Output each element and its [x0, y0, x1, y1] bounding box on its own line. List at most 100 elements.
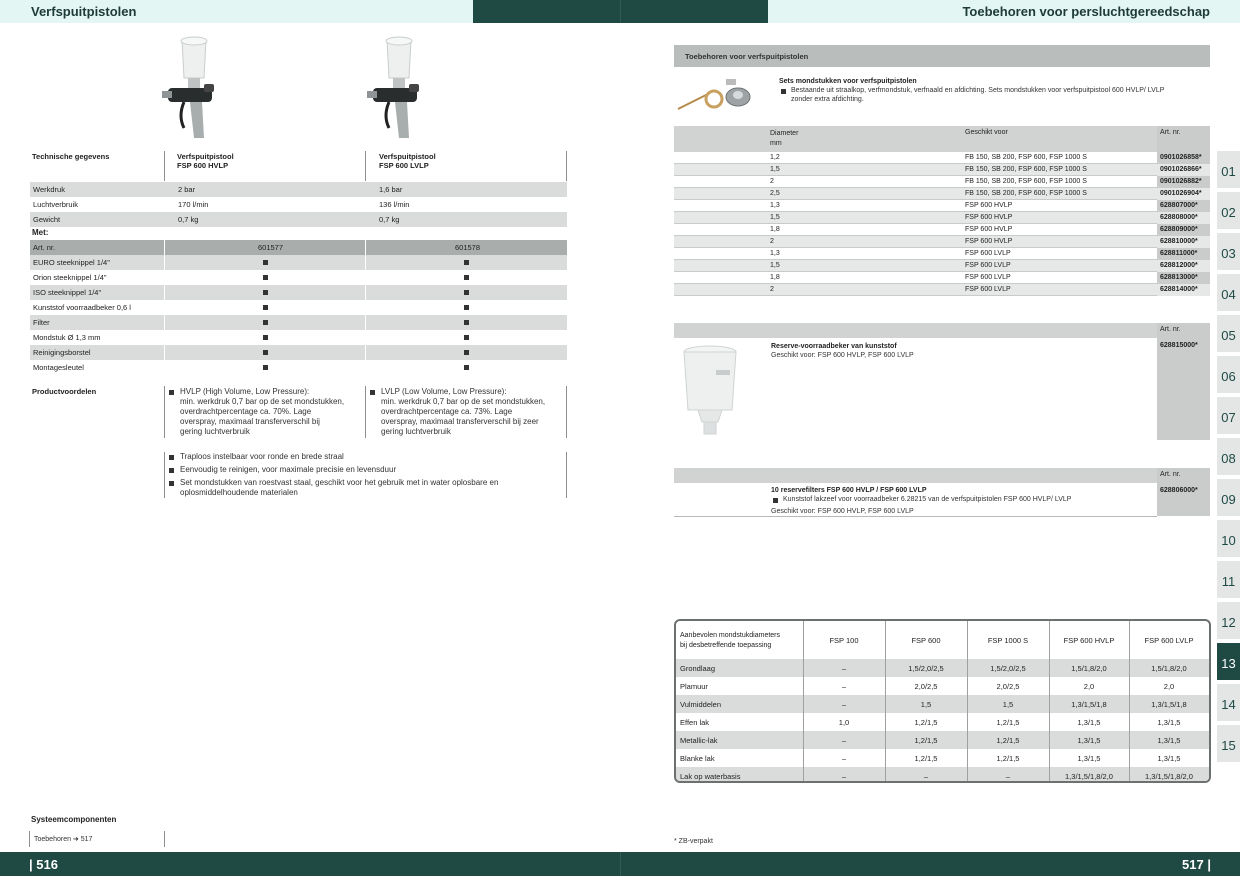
rec-value-cell: 2,0	[1083, 682, 1095, 691]
chapter-tab-08[interactable]: 08	[1217, 438, 1240, 477]
nozzle-set-title: Sets mondstukken voor verfspuitpistolen	[779, 78, 917, 85]
rec-value-cell: 2,0/2,5	[996, 682, 1020, 691]
rec-col-header: FSP 1000 S	[987, 636, 1029, 645]
row-label: Filter	[33, 318, 50, 327]
rec-value-cell: 1,3/1,5/1,8/2,0	[1145, 772, 1193, 781]
suitable-cell: FSP 600 HVLP	[965, 214, 1013, 221]
art-nr-cell: 628811000*	[1160, 250, 1198, 257]
chapter-tab-02[interactable]: 02	[1217, 192, 1240, 231]
table-row: Werkdruk 2 bar 1,6 bar	[30, 182, 567, 197]
accessories-link[interactable]: Toebehoren ➜ 517	[34, 835, 92, 843]
product-name-lvlp-line2: FSP 600 LVLP	[379, 161, 429, 170]
rec-header-label: Aanbevolen mondstukdiameters bij desbetr…	[680, 631, 780, 651]
row-value-hvlp: 0,7 kg	[178, 215, 199, 224]
included-mark	[263, 305, 268, 310]
system-divider	[164, 831, 165, 847]
rec-value-cell: –	[841, 664, 847, 673]
row-value-hvlp: 170 l/min	[178, 200, 209, 209]
rec-value-cell: 1,3/1,5/1,8	[1151, 700, 1187, 709]
chapter-tab-01[interactable]: 01	[1217, 151, 1240, 190]
art-nr-header: Art. nr.	[1160, 129, 1181, 136]
included-mark	[263, 320, 268, 325]
chapter-tab-07[interactable]: 07	[1217, 397, 1240, 436]
chapter-tab-label: 10	[1221, 533, 1236, 548]
row-label: Luchtverbruik	[33, 200, 79, 209]
cup-header-row	[674, 323, 1210, 338]
chapter-tab-label: 12	[1221, 615, 1236, 630]
chapter-tab-10[interactable]: 10	[1217, 520, 1240, 559]
art-nr-label: Art. nr.	[33, 243, 56, 252]
column-divider	[1129, 621, 1130, 781]
rec-value-cell: 1,5	[1002, 700, 1014, 709]
rec-row-label: Lak op waterbasis	[680, 772, 741, 781]
cup-desc: Geschikt voor: FSP 600 HVLP, FSP 600 LVL…	[771, 352, 914, 359]
product-name-hvlp-line2: FSP 600 HVLP	[177, 161, 229, 170]
row-value-lvlp: 1,6 bar	[379, 185, 403, 194]
chapter-tab-09[interactable]: 09	[1217, 479, 1240, 518]
art-nr-cell: 628807000*	[1160, 202, 1198, 209]
rec-value-cell: 1,5/1,8/2,0	[1151, 664, 1187, 673]
bullet	[773, 498, 778, 503]
table-row: 1,5 FSP 600 LVLP 628812000*	[674, 260, 1210, 272]
header-text: mm	[770, 140, 782, 147]
text-line: HVLP (High Volume, Low Pressure):	[180, 387, 310, 396]
bullet	[169, 455, 174, 460]
chapter-tab-12[interactable]: 12	[1217, 602, 1240, 641]
art-nr-lvlp: 601578	[455, 243, 481, 252]
diameter-cell: 1,8	[770, 226, 780, 233]
rec-value-cell: 1,0	[838, 718, 850, 727]
table-row: Kunststof voorraadbeker 0,6 l	[30, 300, 567, 315]
row-value-lvlp: 136 l/min	[379, 200, 410, 209]
chapter-tab-03[interactable]: 03	[1217, 233, 1240, 272]
rec-value-cell: –	[841, 772, 847, 781]
chapter-tab-11[interactable]: 11	[1217, 561, 1240, 600]
diameter-cell: 1,2	[770, 154, 780, 161]
table-row: 1,3 FSP 600 LVLP 628811000*	[674, 248, 1210, 260]
included-mark	[263, 335, 268, 340]
rec-value-cell: 1,3/1,5	[1077, 736, 1101, 745]
chapter-tab-14[interactable]: 14	[1217, 684, 1240, 723]
text-line: overspray, maximaal transferverschil bij…	[381, 417, 539, 426]
art-nr-cell: 628812000*	[1160, 262, 1198, 269]
right-page-title: Toebehoren voor persluchtgereedschap	[962, 4, 1210, 19]
filters-desc-1: Kunststof lakzeef voor voorraadbeker 6.2…	[783, 496, 1072, 503]
chapter-tab-06[interactable]: 06	[1217, 356, 1240, 395]
system-components-label: Systeemcomponenten	[31, 815, 117, 824]
table-row: Filter	[30, 315, 567, 330]
product-name-lvlp: Verfspuitpistool FSP 600 LVLP	[379, 152, 436, 170]
bullet	[169, 468, 174, 473]
bullet	[169, 390, 174, 395]
rec-value-cell: –	[841, 682, 847, 691]
included-mark	[464, 365, 469, 370]
rec-value-cell: 1,2/1,5	[996, 754, 1020, 763]
chapter-tab-05[interactable]: 05	[1217, 315, 1240, 354]
table-row: Montagesleutel	[30, 360, 567, 375]
table-row: ISO steeknippel 1/4"	[30, 285, 567, 300]
rec-row-label: Plamuur	[680, 682, 708, 691]
chapter-tab-13[interactable]: 13	[1217, 643, 1240, 682]
rec-value-cell: 1,3/1,5	[1077, 754, 1101, 763]
row-label: Mondstuk Ø 1,3 mm	[33, 333, 101, 342]
chapter-tab-04[interactable]: 04	[1217, 274, 1240, 313]
header-text: bij desbetreffende toepassing	[680, 642, 772, 649]
included-mark	[263, 275, 268, 280]
included-mark	[464, 260, 469, 265]
spec-divider	[566, 151, 567, 181]
chapter-tab-15[interactable]: 15	[1217, 725, 1240, 764]
rec-value-cell: –	[1005, 772, 1011, 781]
advantage-lvlp: LVLP (Low Volume, Low Pressure): min. we…	[381, 387, 545, 437]
table-row: 2 FB 150, SB 200, FSP 600, FSP 1000 S 0901…	[674, 176, 1210, 188]
rec-value-cell: 1,2/1,5	[996, 736, 1020, 745]
diameter-cell: 1,5	[770, 262, 780, 269]
table-row: Gewicht 0,7 kg 0,7 kg	[30, 212, 567, 227]
table-row: EURO steeknippel 1/4"	[30, 255, 567, 270]
rec-value-cell: –	[841, 736, 847, 745]
suitable-cell: FB 150, SB 200, FSP 600, FSP 1000 S	[965, 190, 1087, 197]
chapter-tab-label: 08	[1221, 451, 1236, 466]
suitable-cell: FB 150, SB 200, FSP 600, FSP 1000 S	[965, 154, 1087, 161]
advantage-hvlp: HVLP (High Volume, Low Pressure): min. w…	[180, 387, 344, 437]
chapter-tab-label: 06	[1221, 369, 1236, 384]
row-divider	[674, 295, 1157, 296]
rec-col-header: FSP 100	[829, 636, 859, 645]
art-nr-cell: 628814000*	[1160, 286, 1198, 293]
